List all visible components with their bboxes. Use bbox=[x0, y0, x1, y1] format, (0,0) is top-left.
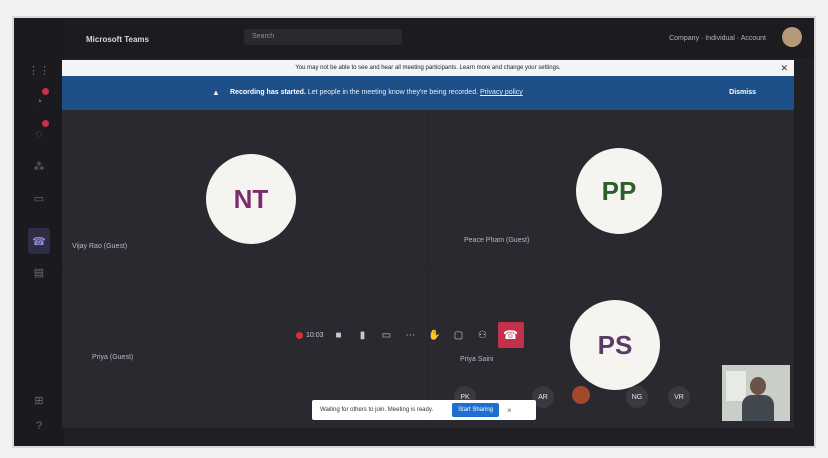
participant-name: Priya Saini bbox=[460, 356, 494, 363]
self-view-video[interactable] bbox=[722, 365, 790, 421]
participant-name: Vijay Rao (Guest) bbox=[72, 243, 128, 250]
toast-text: Waiting for others to join. Meeting is r… bbox=[320, 407, 434, 413]
more-options-icon[interactable]: ⋯ bbox=[402, 326, 420, 344]
recording-banner: ▲ Recording has started. Let people in t… bbox=[62, 76, 794, 110]
notification-dot bbox=[42, 120, 49, 127]
hang-up-button[interactable]: ☎ bbox=[497, 322, 524, 348]
avatar: PS bbox=[570, 300, 660, 390]
close-icon[interactable]: ✕ bbox=[780, 60, 788, 76]
calls-icon[interactable]: ☎ bbox=[28, 228, 50, 254]
call-controls: 10:03 ■ ▮ ▭ ⋯ ✋ ▢ ⚇ ☎ bbox=[296, 322, 524, 348]
share-screen-icon[interactable]: ▭ bbox=[378, 326, 396, 344]
grid-icon[interactable]: ⋮⋮ bbox=[28, 62, 50, 78]
raise-hand-icon[interactable]: ✋ bbox=[426, 326, 444, 344]
org-name: Company · Individual · Account bbox=[669, 35, 766, 42]
participant-name: Peace Pham (Guest) bbox=[464, 237, 530, 244]
microphone-icon[interactable]: ▮ bbox=[354, 326, 372, 344]
title-bar: Microsoft Teams Search Company · Individ… bbox=[64, 18, 814, 58]
activity-icon[interactable]: ◔ bbox=[28, 94, 50, 110]
teams-window: ⋮⋮ ◔ ◌ ⁂ ▭ ☎ ▤ ⊞ ? Microsoft Teams Searc… bbox=[14, 18, 814, 446]
info-banner: You may not be able to see and hear all … bbox=[62, 60, 794, 76]
meeting-stage: Vijay Rao (Guest) Peace Pham (Guest) Pri… bbox=[62, 110, 794, 428]
recording-title: Recording has started. bbox=[230, 89, 306, 96]
camera-icon[interactable]: ■ bbox=[330, 326, 348, 344]
warning-icon: ▲ bbox=[212, 88, 220, 97]
avatar[interactable]: VR bbox=[668, 386, 690, 408]
toast-notification: Waiting for others to join. Meeting is r… bbox=[312, 400, 536, 420]
recording-timer: 10:03 bbox=[296, 326, 324, 344]
app-rail: ⋮⋮ ◔ ◌ ⁂ ▭ ☎ ▤ ⊞ ? bbox=[14, 18, 64, 446]
participant-name: Priya (Guest) bbox=[92, 354, 134, 361]
chat-icon[interactable]: ◌ bbox=[28, 126, 50, 142]
privacy-link[interactable]: Privacy policy bbox=[480, 89, 523, 96]
user-avatar[interactable] bbox=[782, 27, 802, 47]
record-icon bbox=[296, 331, 303, 339]
recording-text: Let people in the meeting know they're b… bbox=[307, 89, 479, 96]
info-banner-text: You may not be able to see and hear all … bbox=[295, 65, 561, 71]
avatar: NT bbox=[206, 154, 296, 244]
apps-icon[interactable]: ⊞ bbox=[28, 392, 50, 408]
participants-icon[interactable]: ⚇ bbox=[474, 326, 492, 344]
help-icon[interactable]: ? bbox=[28, 418, 50, 434]
chat-icon[interactable]: ▢ bbox=[450, 326, 468, 344]
dismiss-button[interactable]: Dismiss bbox=[729, 76, 756, 110]
calendar-icon[interactable]: ▭ bbox=[28, 190, 50, 206]
app-title: Microsoft Teams bbox=[86, 35, 149, 44]
notification-dot bbox=[42, 88, 49, 95]
files-icon[interactable]: ▤ bbox=[28, 264, 50, 280]
start-sharing-button[interactable]: Start Sharing bbox=[452, 403, 500, 417]
avatar[interactable] bbox=[572, 386, 590, 404]
avatar[interactable]: NG bbox=[626, 386, 648, 408]
search-input[interactable]: Search bbox=[244, 29, 402, 45]
close-icon[interactable]: × bbox=[507, 406, 512, 415]
avatar: PP bbox=[576, 148, 662, 234]
teams-icon[interactable]: ⁂ bbox=[28, 158, 50, 174]
